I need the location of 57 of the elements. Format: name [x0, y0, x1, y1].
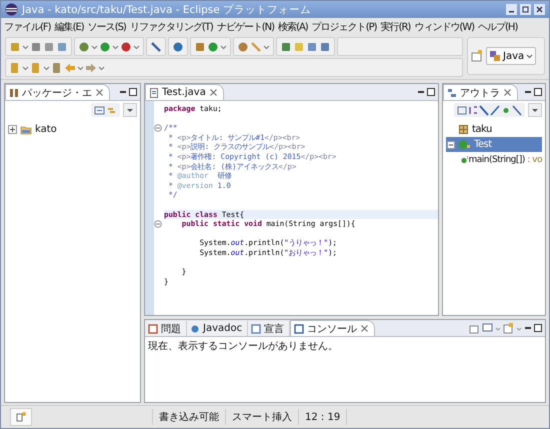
maximize-icon[interactable] — [534, 88, 542, 96]
expander-icon[interactable] — [447, 140, 455, 148]
view-tab[interactable]: Javadoc — [187, 321, 248, 336]
view-tab[interactable]: 宣言 — [248, 321, 290, 336]
window-title: Java - kato/src/taku/Test.java - Eclipse プラットフォーム — [22, 2, 312, 16]
menu-item[interactable]: ウィンドウ(W) — [413, 20, 476, 34]
maximize-icon[interactable] — [534, 324, 542, 332]
project-folder-icon — [20, 124, 32, 134]
monitor-icon[interactable] — [482, 322, 493, 334]
menu-item[interactable]: 実行(R) — [380, 20, 412, 34]
status-field: 書き込み可能 — [152, 409, 225, 425]
back-arrow-icon[interactable] — [64, 62, 76, 74]
minimize-icon[interactable] — [506, 4, 517, 15]
menu-item[interactable]: リファクタリング(T) — [128, 20, 214, 34]
close-icon[interactable] — [95, 88, 104, 97]
view-tab[interactable]: アウトラ — [443, 84, 518, 100]
close-icon[interactable] — [208, 88, 218, 97]
status-field: スマート挿入 — [225, 409, 298, 425]
view-tab[interactable]: コンソール — [290, 320, 376, 336]
class-item[interactable]: Test — [474, 139, 492, 150]
menu-item[interactable]: プロジェクト(P) — [310, 20, 378, 34]
close-icon[interactable] — [503, 88, 512, 97]
view-menu-icon[interactable] — [528, 103, 542, 117]
status-field: 12 : 19 — [298, 409, 346, 425]
minimize-icon[interactable] — [119, 88, 127, 96]
menu-item[interactable]: 編集(E) — [54, 20, 85, 34]
expander-icon[interactable] — [8, 124, 17, 134]
minimize-icon[interactable] — [417, 88, 425, 96]
maximize-icon[interactable] — [427, 88, 435, 96]
selected-row[interactable]: Test — [446, 137, 542, 152]
menu-item[interactable]: ヘルプ(H) — [477, 20, 518, 34]
close-icon[interactable] — [360, 324, 370, 333]
console-message: 現在、表示するコンソールがありません。 — [148, 341, 338, 352]
minimize-icon[interactable] — [524, 324, 532, 332]
maximize-icon[interactable] — [129, 88, 137, 96]
menu-item[interactable]: 検索(A) — [277, 20, 309, 34]
package-item[interactable]: taku — [472, 124, 492, 135]
package-icon — [458, 124, 469, 135]
maximize-icon[interactable] — [520, 4, 531, 15]
method-item[interactable]: main(String[]) : vo — [468, 154, 542, 164]
project-item[interactable]: kato — [35, 124, 57, 134]
view-tab[interactable]: パッケージ・エ — [5, 84, 110, 100]
minimize-icon[interactable] — [524, 88, 532, 96]
fold-icon[interactable] — [154, 220, 162, 228]
view-menu-icon[interactable] — [123, 103, 137, 117]
view-tab[interactable]: 問題 — [145, 321, 187, 336]
menu-item[interactable]: ナビゲート(N) — [216, 20, 276, 34]
class-icon — [458, 139, 471, 150]
menu-item[interactable]: ソース(S) — [86, 20, 127, 34]
java-file-icon — [149, 88, 159, 98]
forward-arrow-icon[interactable] — [85, 62, 97, 74]
close-icon[interactable] — [534, 4, 545, 15]
app-icon — [5, 3, 18, 16]
editor-tab[interactable]: Test.java — [145, 84, 224, 100]
fold-icon[interactable] — [154, 124, 162, 132]
java-perspective-button[interactable]: Java — [486, 47, 536, 65]
menu-item[interactable]: ファイル(F) — [3, 20, 52, 34]
